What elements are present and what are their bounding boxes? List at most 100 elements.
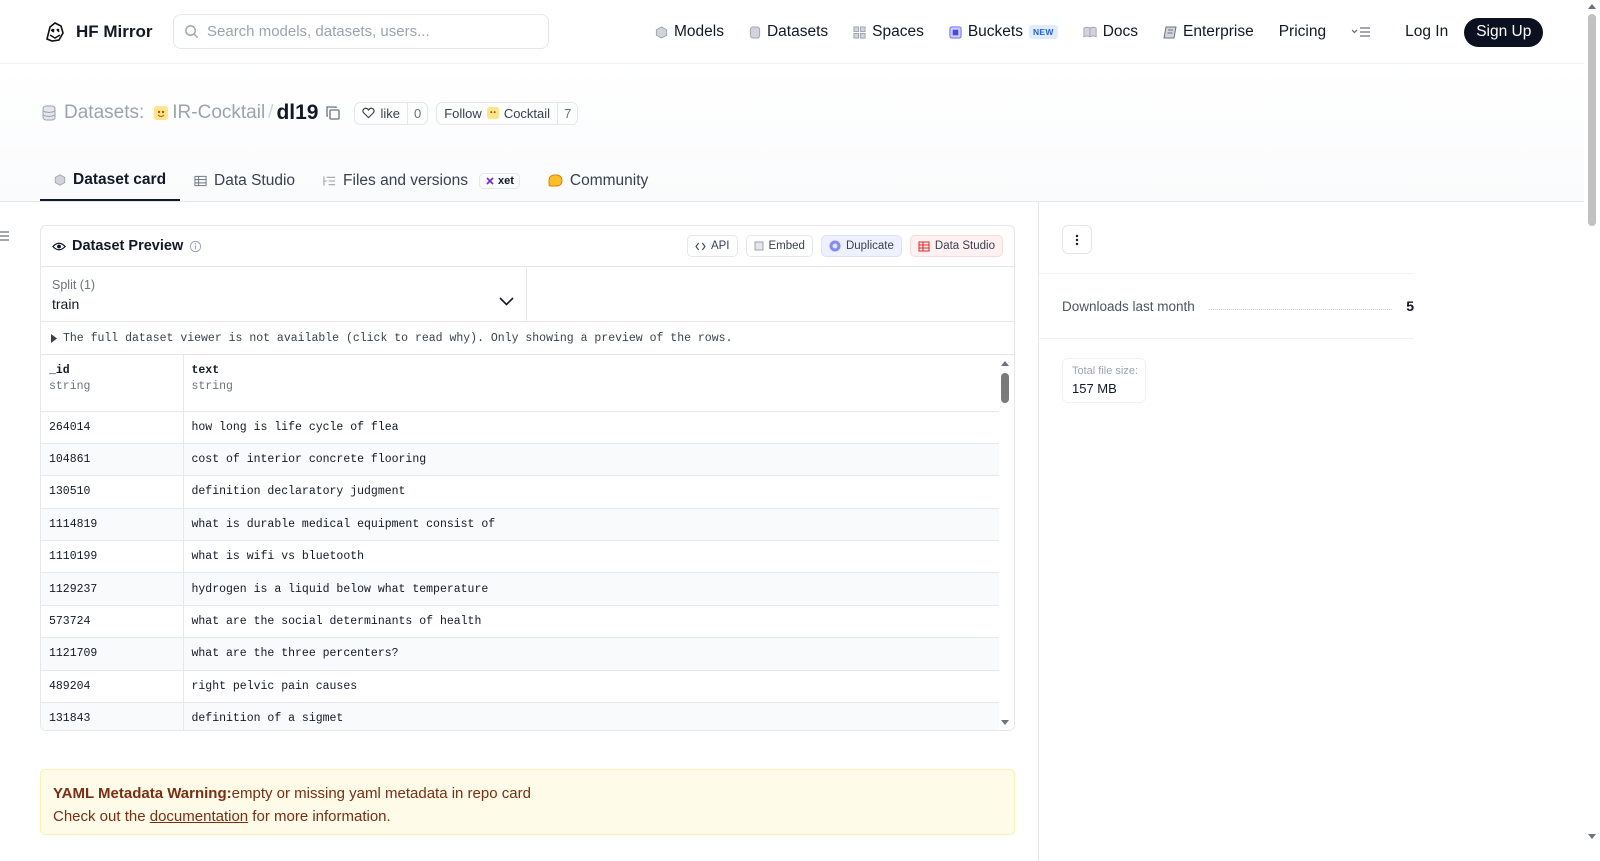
nav-docs[interactable]: Docs	[1083, 23, 1138, 41]
search-icon	[185, 25, 199, 39]
follow-button[interactable]: Follow Cocktail 7	[436, 101, 579, 125]
table-row[interactable]: 573724 what are the social determinants o…	[41, 605, 999, 639]
new-badge: NEW	[1028, 25, 1058, 39]
code-icon	[695, 242, 706, 250]
nav-spaces[interactable]: Spaces	[853, 23, 924, 41]
community-icon	[548, 174, 563, 187]
like-button[interactable]: like 0	[354, 101, 429, 125]
triangle-right-icon	[51, 333, 57, 343]
table-row[interactable]: 264014 how long is life cycle of flea	[41, 411, 999, 444]
org-link[interactable]: IR-Cocktail	[154, 102, 265, 124]
nav-more-menu[interactable]	[1351, 26, 1371, 38]
cell-id: 1110199	[41, 540, 184, 574]
info-icon[interactable]	[189, 240, 202, 253]
table-row[interactable]: 131843 definition of a sigmet	[41, 702, 999, 730]
copy-icon[interactable]	[326, 106, 341, 120]
nav-pricing-label: Pricing	[1278, 23, 1327, 40]
table-row[interactable]: 130510 definition declaratory judgment	[41, 475, 999, 509]
scroll-up-icon[interactable]	[1587, 2, 1597, 10]
column-header-id[interactable]: _id string	[41, 355, 184, 412]
org-avatar-icon	[154, 106, 169, 120]
table-row[interactable]: 1114819 what is durable medical equipment…	[41, 508, 999, 542]
tab-label: Data Studio	[214, 171, 296, 189]
nav-datasets[interactable]: Datasets	[749, 23, 828, 41]
cube-icon	[54, 173, 66, 186]
page-scrollbar[interactable]	[1584, 0, 1600, 861]
cell-id: 130510	[41, 475, 184, 509]
cell-text: how long is life cycle of flea	[183, 411, 999, 444]
nav-enterprise[interactable]: Enterprise	[1163, 23, 1254, 41]
api-button[interactable]: API	[686, 235, 738, 257]
nav-buckets[interactable]: Buckets NEW	[949, 23, 1058, 41]
documentation-link[interactable]: documentation	[150, 808, 248, 825]
xet-badge: xet	[478, 172, 520, 189]
split-value: train	[52, 296, 80, 312]
column-name: _id	[49, 364, 70, 377]
repo-name[interactable]: dl19	[276, 101, 318, 125]
nav-pricing[interactable]: Pricing	[1279, 23, 1326, 41]
table-header-row: _id string text string	[41, 355, 999, 412]
warning-line-2: Check out the documentation for more inf…	[53, 805, 1014, 828]
search-box[interactable]	[173, 14, 549, 49]
table-row[interactable]: 104861 cost of interior concrete flooring	[41, 443, 999, 477]
signup-button[interactable]: Sign Up	[1464, 17, 1544, 47]
table-row[interactable]: 1121709 what are the three percenters?	[41, 637, 999, 671]
cell-text: what are the social determinants of heal…	[183, 605, 999, 639]
downloads-dotted-leader	[1208, 302, 1393, 310]
tab-community[interactable]: Community	[534, 160, 662, 201]
cell-text: right pelvic pain causes	[183, 670, 999, 704]
cell-id: 131843	[41, 702, 184, 730]
column-header-text[interactable]: text string	[183, 355, 999, 412]
duplicate-button[interactable]: Duplicate	[820, 235, 902, 257]
duplicate-label: Duplicate	[845, 240, 894, 252]
embed-button[interactable]: Embed	[745, 235, 813, 257]
cell-id: 1114819	[41, 508, 184, 542]
warning-prefix: Check out the	[53, 808, 150, 825]
org-name: IR-Cocktail	[172, 102, 266, 123]
hf-logo-icon	[46, 22, 64, 42]
downloads-label: Downloads last month	[1062, 298, 1195, 314]
cell-text: cost of interior concrete flooring	[183, 443, 999, 477]
repo-tabs: Dataset card Data Studio Files and versi…	[40, 160, 662, 202]
cell-text: definition of a sigmet	[183, 702, 999, 730]
table-row[interactable]: 1110199 what is wifi vs bluetooth	[41, 540, 999, 574]
scroll-up-icon[interactable]	[1000, 359, 1010, 367]
eye-icon	[52, 242, 66, 250]
nav-models[interactable]: Models	[655, 23, 724, 41]
tab-files-and-versions[interactable]: Files and versions xet	[309, 160, 534, 201]
xet-label: xet	[497, 174, 514, 187]
sidebar-divider	[1038, 202, 1039, 861]
preview-table: _id string text string 264014 how long is…	[41, 355, 999, 730]
like-count: 0	[407, 102, 427, 124]
split-row: Split (1) train	[41, 267, 1014, 322]
main-nav: Models Datasets Spaces Buckets NEW Docs …	[655, 17, 1544, 47]
org-avatar-icon	[486, 107, 499, 119]
file-size-value: 157 MB	[1072, 381, 1117, 396]
cell-text: what are the three percenters?	[183, 637, 999, 671]
table-icon	[194, 175, 207, 186]
viewer-notice[interactable]: The full dataset viewer is not available…	[41, 322, 1014, 355]
tab-dataset-card[interactable]: Dataset card	[40, 160, 181, 201]
split-selector[interactable]: Split (1) train	[41, 267, 527, 321]
table-row[interactable]: 489204 right pelvic pain causes	[41, 670, 999, 704]
data-studio-button[interactable]: Data Studio	[909, 235, 1003, 257]
logo[interactable]: HF Mirror	[42, 19, 153, 45]
search-input[interactable]	[207, 23, 527, 40]
top-navigation-bar: HF Mirror Models Datasets Spaces Buckets…	[0, 0, 1584, 64]
table-row[interactable]: 1129237 hydrogen is a liquid below what t…	[41, 572, 999, 606]
book-icon	[1083, 26, 1097, 38]
page-scroll-thumb[interactable]	[1588, 14, 1596, 226]
sidebar-toggle-icon[interactable]	[0, 230, 10, 242]
cell-id: 573724	[41, 605, 184, 639]
embed-icon	[754, 241, 763, 251]
sidebar-separator	[1039, 338, 1414, 339]
preview-actions: API Embed Duplicate Data Studio	[686, 235, 1003, 257]
tab-data-studio[interactable]: Data Studio	[180, 160, 309, 201]
scroll-down-icon[interactable]	[1587, 833, 1597, 841]
table-scroll-thumb[interactable]	[1001, 373, 1009, 403]
more-options-button[interactable]	[1062, 225, 1092, 254]
login-link[interactable]: Log In	[1405, 23, 1448, 41]
table-scrollbar[interactable]	[1000, 355, 1010, 730]
nav-docs-label: Docs	[1102, 23, 1139, 40]
scroll-down-icon[interactable]	[1000, 719, 1010, 727]
